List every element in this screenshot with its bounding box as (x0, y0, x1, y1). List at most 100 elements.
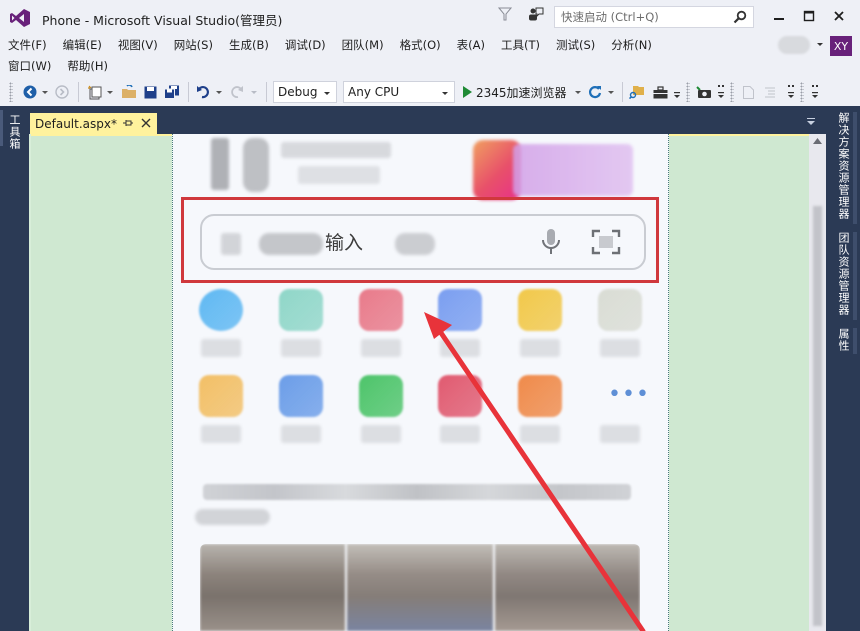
menu-team[interactable]: 团队(M) (334, 37, 392, 53)
scroll-up-icon[interactable] (813, 138, 822, 144)
save-all-button[interactable] (163, 82, 181, 102)
app-shortcut[interactable] (191, 370, 251, 450)
feedback-icon[interactable] (528, 6, 544, 22)
solution-explorer-tab[interactable]: 解决方案资源管理器 (835, 112, 851, 220)
menu-edit[interactable]: 编辑(E) (55, 37, 110, 53)
app-shortcut[interactable] (351, 284, 411, 364)
more-apps-icon: ••• (608, 382, 650, 407)
app-shortcut[interactable] (590, 284, 650, 364)
design-surface[interactable]: 输入 ••• (29, 134, 811, 631)
menu-test[interactable]: 测试(S) (548, 37, 603, 53)
menu-help[interactable]: 帮助(H) (59, 58, 116, 74)
toolbar-overflow[interactable] (786, 82, 796, 102)
navigate-forward-button[interactable] (54, 82, 70, 102)
menu-window[interactable]: 窗口(W) (0, 58, 59, 74)
toolbar-grip[interactable] (730, 82, 734, 102)
solution-platform-select[interactable]: Any CPU (343, 81, 455, 103)
maximize-button[interactable] (794, 4, 824, 28)
toolbar-overflow[interactable] (810, 82, 820, 102)
app-shortcut[interactable] (351, 370, 411, 450)
menu-format[interactable]: 格式(O) (392, 37, 449, 53)
app-label-blurred (361, 339, 401, 357)
feed-image-row[interactable] (200, 544, 640, 631)
app-shortcut[interactable] (510, 284, 570, 364)
chevron-down-icon (42, 91, 48, 94)
quick-launch-input[interactable]: 快速启动 (Ctrl+Q) (554, 6, 754, 28)
run-target-label: 2345加速浏览器 (476, 85, 567, 100)
pin-icon[interactable] (122, 117, 134, 129)
start-debugging-button[interactable]: 2345加速浏览器 (462, 81, 567, 103)
minimize-button[interactable] (764, 4, 794, 28)
app-label-blurred (201, 425, 241, 443)
app-shortcut[interactable] (271, 370, 331, 450)
navigate-back-button[interactable] (22, 82, 38, 102)
toolbar-grip[interactable] (686, 82, 690, 102)
menu-table[interactable]: 表(A) (449, 37, 493, 53)
refresh-dropdown[interactable] (607, 82, 615, 102)
toolbar-overflow[interactable] (716, 82, 726, 102)
undo-dropdown[interactable] (215, 82, 223, 102)
solution-configuration-select[interactable]: Debug (273, 81, 337, 103)
menu-debug[interactable]: 调试(D) (277, 37, 334, 53)
title-bar: Phone - Microsoft Visual Studio(管理员) 快速启… (0, 0, 860, 34)
new-document-button[interactable] (740, 82, 756, 102)
app-shortcut[interactable] (430, 370, 490, 450)
refresh-button[interactable] (587, 82, 603, 102)
new-item-dropdown[interactable] (106, 82, 114, 102)
save-all-icon (164, 85, 179, 99)
find-in-files-button[interactable] (628, 82, 646, 102)
vertical-scrollbar[interactable] (809, 134, 826, 631)
overflow-icon (788, 85, 794, 98)
blurred-feed-subtitle (195, 509, 270, 525)
menu-analyze[interactable]: 分析(N) (603, 37, 660, 53)
feed-image[interactable] (347, 544, 493, 631)
tab-list-dropdown-icon[interactable] (806, 118, 816, 126)
menu-build[interactable]: 生成(B) (221, 37, 277, 53)
toolbox-button[interactable] (652, 82, 668, 102)
redo-dropdown[interactable] (250, 82, 258, 102)
toolbar-overflow[interactable] (672, 82, 682, 102)
account-dropdown-icon[interactable] (816, 40, 824, 48)
open-file-button[interactable] (120, 82, 138, 102)
app-shortcut[interactable] (510, 370, 570, 450)
tab-default-aspx[interactable]: Default.aspx* (30, 113, 157, 134)
menu-view[interactable]: 视图(V) (110, 37, 166, 53)
scrollbar-thumb[interactable] (813, 206, 822, 626)
new-project-icon (87, 85, 101, 99)
undo-button[interactable] (195, 82, 211, 102)
app-shortcut[interactable] (191, 284, 251, 364)
run-target-dropdown[interactable] (574, 82, 582, 102)
chevron-down-icon (608, 91, 614, 94)
back-dropdown[interactable] (41, 82, 49, 102)
menu-tools[interactable]: 工具(T) (493, 37, 548, 53)
app-shortcut[interactable] (271, 284, 331, 364)
close-tab-icon[interactable] (140, 117, 152, 129)
toolbar-grip[interactable] (9, 82, 13, 102)
new-project-button[interactable] (86, 82, 102, 102)
overflow-icon (674, 92, 680, 98)
feed-image[interactable] (200, 544, 346, 631)
feed-image[interactable] (494, 544, 640, 631)
format-button[interactable] (762, 82, 778, 102)
redo-button[interactable] (229, 82, 245, 102)
overflow-icon (718, 85, 724, 98)
app-shortcut[interactable]: ••• (590, 370, 650, 450)
account-avatar[interactable]: XY (830, 36, 852, 56)
save-button[interactable] (142, 82, 158, 102)
app-shortcut[interactable] (430, 284, 490, 364)
app-label-blurred (600, 339, 640, 357)
browser-link-button[interactable] (696, 82, 712, 102)
solution-platform-value: Any CPU (348, 85, 400, 99)
team-explorer-tab[interactable]: 团队资源管理器 (835, 232, 851, 316)
account-name[interactable] (778, 36, 810, 54)
toolbox-tab[interactable]: 工具箱 (6, 114, 22, 150)
properties-tab[interactable]: 属性 (835, 328, 851, 352)
search-icon (733, 10, 747, 24)
menu-website[interactable]: 网站(S) (166, 37, 221, 53)
back-icon (23, 85, 37, 99)
menu-file[interactable]: 文件(F) (0, 37, 55, 53)
notification-filter-icon[interactable] (498, 7, 512, 21)
app-label-blurred (600, 425, 640, 443)
close-button[interactable] (824, 4, 854, 28)
toolbar-grip[interactable] (800, 82, 804, 102)
